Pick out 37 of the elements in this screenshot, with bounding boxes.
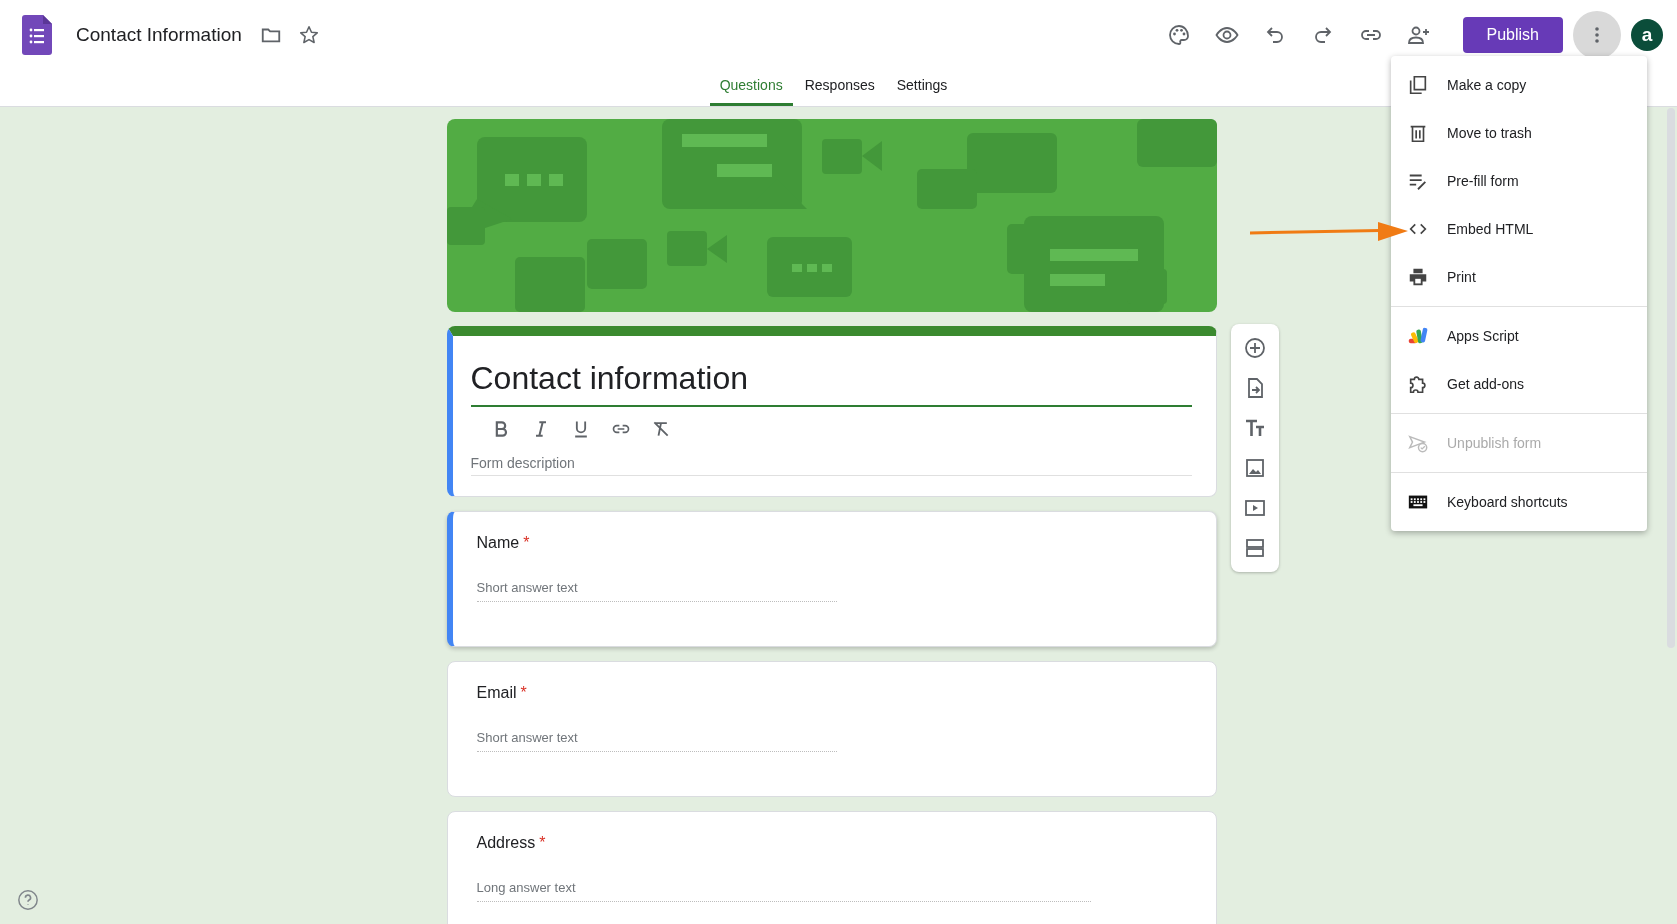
help-icon[interactable] <box>17 889 39 911</box>
printer-icon <box>1407 266 1429 288</box>
unpublish-icon <box>1407 432 1429 454</box>
copy-icon <box>1407 74 1429 96</box>
menu-item[interactable]: Embed HTML <box>1391 205 1647 253</box>
star-icon[interactable] <box>297 23 320 46</box>
add-circle-icon[interactable] <box>1242 336 1267 360</box>
question-card[interactable]: Email * Short answer text <box>446 661 1217 797</box>
required-asterisk: * <box>539 834 546 852</box>
puzzle-icon <box>1407 373 1429 395</box>
long-answer-field: Long answer text <box>476 874 1091 902</box>
question-card[interactable]: Address * Long answer text <box>446 811 1217 924</box>
tab[interactable]: Settings <box>886 69 958 106</box>
menu-item[interactable]: Keyboard shortcuts <box>1391 478 1647 526</box>
menu-item[interactable]: Move to trash <box>1391 109 1647 157</box>
palette-icon[interactable] <box>1166 22 1191 47</box>
tab[interactable]: Questions <box>709 69 793 106</box>
menu-item[interactable]: Print <box>1391 253 1647 301</box>
required-asterisk: * <box>523 534 530 552</box>
account-avatar[interactable]: a <box>1631 18 1663 51</box>
form-title-field[interactable]: Contact information <box>470 356 1192 407</box>
publish-button[interactable]: Publish <box>1462 16 1563 53</box>
menu-item[interactable]: Apps Script <box>1391 312 1647 360</box>
document-title[interactable]: Contact Information <box>76 23 242 46</box>
question-title: Name <box>476 534 520 552</box>
menu-item[interactable]: Make a copy <box>1391 61 1647 109</box>
question-title: Email <box>476 684 517 702</box>
required-asterisk: * <box>520 684 527 702</box>
forms-logo-icon[interactable] <box>22 14 52 55</box>
vertical-dots-icon <box>1595 26 1599 43</box>
short-answer-field: Short answer text <box>476 574 837 602</box>
menu-item[interactable]: Get add-ons <box>1391 360 1647 408</box>
question-title: Address <box>476 834 536 852</box>
tab[interactable]: Responses <box>794 69 885 106</box>
question-card[interactable]: Name * Short answer text <box>446 511 1217 647</box>
short-answer-field: Short answer text <box>476 724 837 752</box>
menu-item[interactable]: Pre-fill form <box>1391 157 1647 205</box>
